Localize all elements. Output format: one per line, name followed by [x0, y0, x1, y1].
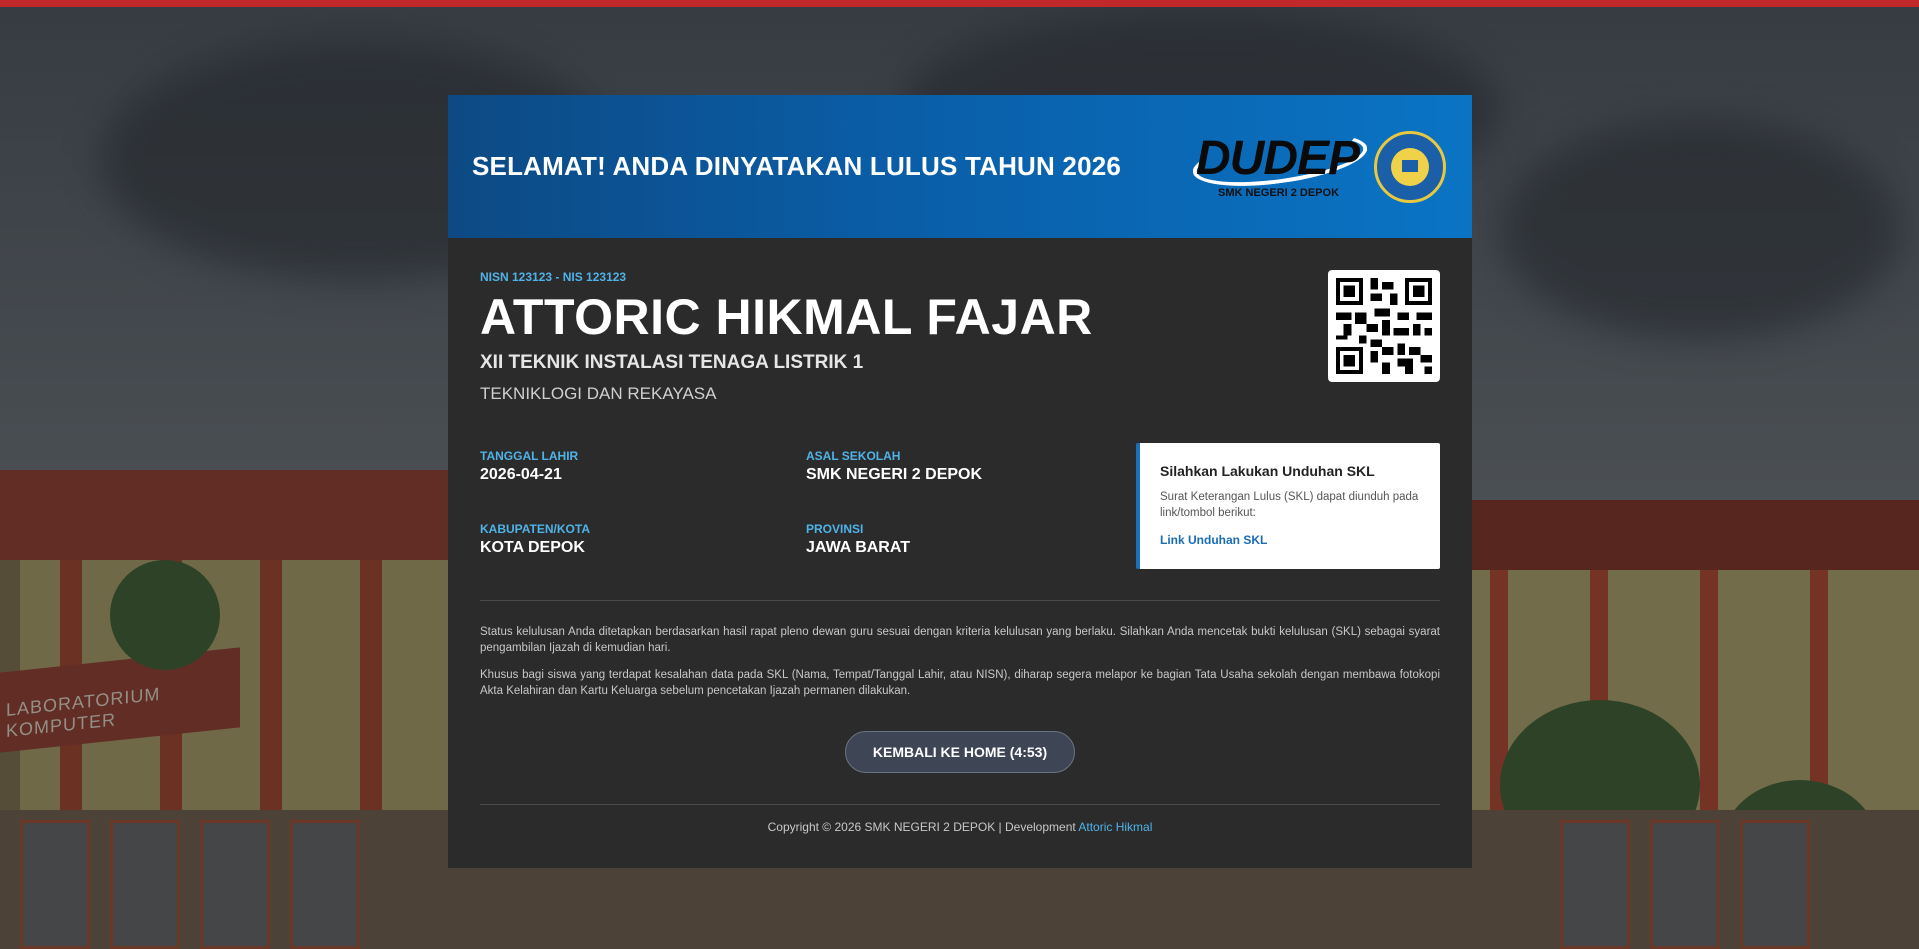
top-accent-bar	[0, 0, 1919, 7]
footer: Copyright © 2026 SMK NEGERI 2 DEPOK | De…	[448, 820, 1472, 834]
school-value: SMK NEGERI 2 DEPOK	[806, 466, 983, 483]
divider	[480, 600, 1440, 601]
skl-title: Silahkan Lakukan Unduhan SKL	[1160, 463, 1375, 479]
result-card: SELAMAT! ANDA DINYATAKAN LULUS TAHUN 202…	[448, 95, 1472, 868]
birth-date-value: 2026-04-21	[480, 466, 562, 483]
city-value: KOTA DEPOK	[480, 539, 585, 556]
student-class: XII TEKNIK INSTALASI TENAGA LISTRIK 1	[480, 352, 864, 373]
skl-download-link[interactable]: Link Unduhan SKL	[1160, 533, 1267, 547]
student-major: TEKNIKLOGI DAN REKAYASA	[480, 384, 717, 403]
qr-code-icon	[1328, 270, 1440, 382]
student-name: ATTORIC HIKMAL FAJAR	[480, 289, 1093, 345]
province-value: JAWA BARAT	[806, 539, 910, 556]
city-label: KABUPATEN/KOTA	[480, 522, 590, 536]
footer-author-link[interactable]: Attoric Hikmal	[1078, 820, 1152, 834]
province-label: PROVINSI	[806, 522, 864, 536]
note-paragraph-1: Status kelulusan Anda ditetapkan berdasa…	[480, 626, 1440, 654]
birth-date-label: TANGGAL LAHIR	[480, 449, 579, 463]
skl-description: Surat Keterangan Lulus (SKL) dapat diund…	[1160, 491, 1419, 519]
footer-copyright: Copyright © 2026 SMK NEGERI 2 DEPOK | De…	[767, 820, 1079, 834]
card-header: SELAMAT! ANDA DINYATAKAN LULUS TAHUN 202…	[448, 95, 1472, 238]
page-title: SELAMAT! ANDA DINYATAKAN LULUS TAHUN 202…	[472, 151, 1122, 181]
skl-download-box: Silahkan Lakukan Unduhan SKL Surat Keter…	[1136, 443, 1440, 569]
footer-divider	[480, 804, 1440, 805]
back-home-button[interactable]: KEMBALI KE HOME (4:53)	[845, 731, 1075, 773]
note-paragraph-2: Khusus bagi siswa yang terdapat kesalaha…	[480, 669, 1440, 697]
dudep-logo: DUDEP SMK NEGERI 2 DEPOK	[1189, 124, 1371, 207]
student-ids: NISN 123123 - NIS 123123	[480, 270, 627, 284]
school-label: ASAL SEKOLAH	[806, 449, 901, 463]
school-seal-logo	[1374, 131, 1446, 203]
